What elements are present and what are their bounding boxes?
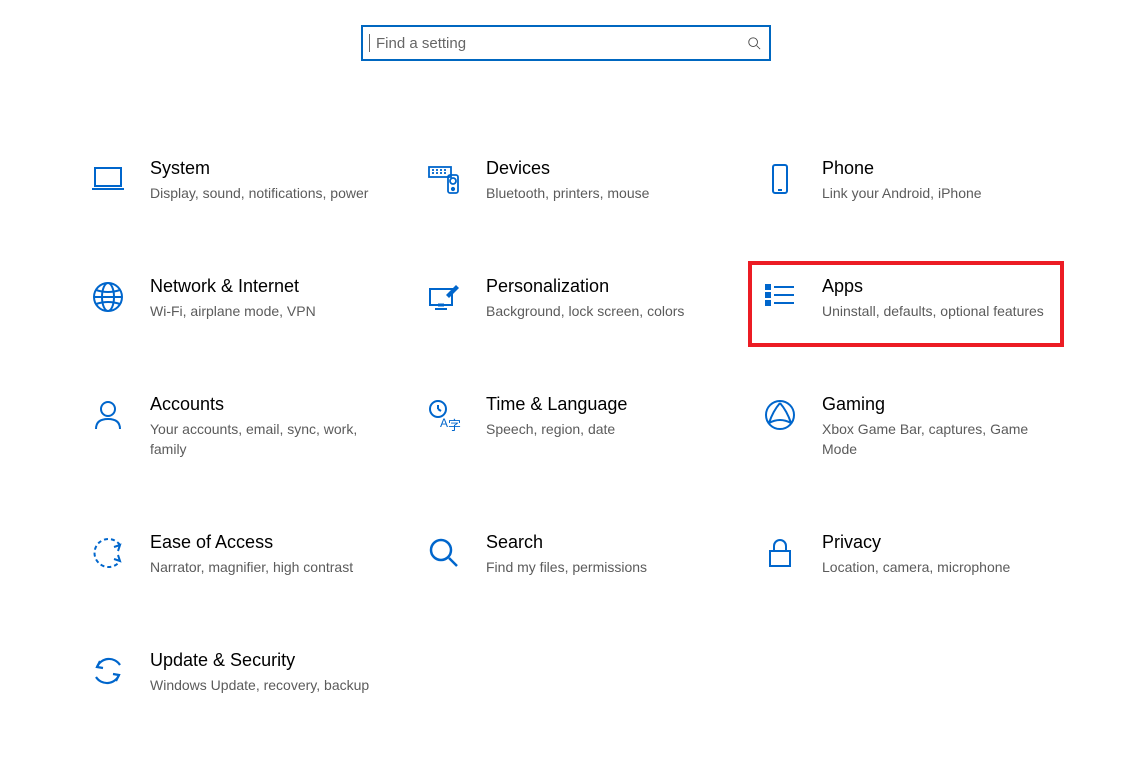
tile-desc: Your accounts, email, sync, work, family <box>150 419 376 459</box>
search-wrap <box>0 25 1132 61</box>
settings-grid: System Display, sound, notifications, po… <box>80 151 1052 713</box>
tile-text: Gaming Xbox Game Bar, captures, Game Mod… <box>822 393 1048 459</box>
tile-title: Update & Security <box>150 649 376 671</box>
apps-icon <box>760 279 800 319</box>
tile-desc: Find my files, permissions <box>486 557 712 577</box>
search-icon <box>747 36 761 50</box>
tile-devices[interactable]: Devices Bluetooth, printers, mouse <box>420 151 720 221</box>
tile-desc: Xbox Game Bar, captures, Game Mode <box>822 419 1048 459</box>
phone-icon <box>760 161 800 201</box>
tile-title: Network & Internet <box>150 275 376 297</box>
tile-system[interactable]: System Display, sound, notifications, po… <box>84 151 384 221</box>
svg-text:字: 字 <box>448 418 461 433</box>
tile-text: Phone Link your Android, iPhone <box>822 157 1048 203</box>
tile-text: Search Find my files, permissions <box>486 531 712 577</box>
tile-text: Network & Internet Wi-Fi, airplane mode,… <box>150 275 376 321</box>
tile-personalization[interactable]: Personalization Background, lock screen,… <box>420 269 720 339</box>
globe-icon <box>88 279 128 319</box>
personalization-icon <box>424 279 464 319</box>
tile-title: Devices <box>486 157 712 179</box>
tile-title: Gaming <box>822 393 1048 415</box>
time-language-icon: A 字 <box>424 397 464 437</box>
svg-text:A: A <box>440 416 448 430</box>
tile-text: Devices Bluetooth, printers, mouse <box>486 157 712 203</box>
magnifier-icon <box>424 535 464 575</box>
tile-desc: Link your Android, iPhone <box>822 183 1048 203</box>
tile-apps[interactable]: Apps Uninstall, defaults, optional featu… <box>756 269 1056 339</box>
person-icon <box>88 397 128 437</box>
settings-home: System Display, sound, notifications, po… <box>0 0 1132 713</box>
tile-desc: Location, camera, microphone <box>822 557 1048 577</box>
tile-desc: Display, sound, notifications, power <box>150 183 376 203</box>
tile-title: Phone <box>822 157 1048 179</box>
tile-title: Personalization <box>486 275 712 297</box>
tile-text: Accounts Your accounts, email, sync, wor… <box>150 393 376 459</box>
lock-icon <box>760 535 800 575</box>
tile-title: Search <box>486 531 712 553</box>
tile-update-security[interactable]: Update & Security Windows Update, recove… <box>84 643 384 713</box>
tile-search[interactable]: Search Find my files, permissions <box>420 525 720 595</box>
tile-desc: Speech, region, date <box>486 419 712 439</box>
tile-phone[interactable]: Phone Link your Android, iPhone <box>756 151 1056 221</box>
tile-text: System Display, sound, notifications, po… <box>150 157 376 203</box>
tile-text: Time & Language Speech, region, date <box>486 393 712 439</box>
tile-text: Update & Security Windows Update, recove… <box>150 649 376 695</box>
tile-desc: Narrator, magnifier, high contrast <box>150 557 376 577</box>
tile-ease-of-access[interactable]: Ease of Access Narrator, magnifier, high… <box>84 525 384 595</box>
tile-desc: Background, lock screen, colors <box>486 301 712 321</box>
tile-title: Accounts <box>150 393 376 415</box>
tile-text: Privacy Location, camera, microphone <box>822 531 1048 577</box>
tile-desc: Uninstall, defaults, optional features <box>822 301 1048 321</box>
tile-accounts[interactable]: Accounts Your accounts, email, sync, wor… <box>84 387 384 477</box>
tile-title: System <box>150 157 376 179</box>
tile-desc: Bluetooth, printers, mouse <box>486 183 712 203</box>
tile-text: Personalization Background, lock screen,… <box>486 275 712 321</box>
tile-text: Apps Uninstall, defaults, optional featu… <box>822 275 1048 321</box>
tile-gaming[interactable]: Gaming Xbox Game Bar, captures, Game Mod… <box>756 387 1056 477</box>
tile-title: Apps <box>822 275 1048 297</box>
tile-network[interactable]: Network & Internet Wi-Fi, airplane mode,… <box>84 269 384 339</box>
devices-icon <box>424 161 464 201</box>
tile-title: Time & Language <box>486 393 712 415</box>
tile-title: Privacy <box>822 531 1048 553</box>
tile-desc: Wi-Fi, airplane mode, VPN <box>150 301 376 321</box>
tile-text: Ease of Access Narrator, magnifier, high… <box>150 531 376 577</box>
text-cursor <box>369 34 370 52</box>
laptop-icon <box>88 161 128 201</box>
search-box[interactable] <box>361 25 771 61</box>
ease-of-access-icon <box>88 535 128 575</box>
tile-time-language[interactable]: A 字 Time & Language Speech, region, date <box>420 387 720 477</box>
sync-icon <box>88 653 128 693</box>
tile-privacy[interactable]: Privacy Location, camera, microphone <box>756 525 1056 595</box>
search-input[interactable] <box>374 34 747 53</box>
tile-desc: Windows Update, recovery, backup <box>150 675 376 695</box>
gaming-icon <box>760 397 800 437</box>
tile-title: Ease of Access <box>150 531 376 553</box>
